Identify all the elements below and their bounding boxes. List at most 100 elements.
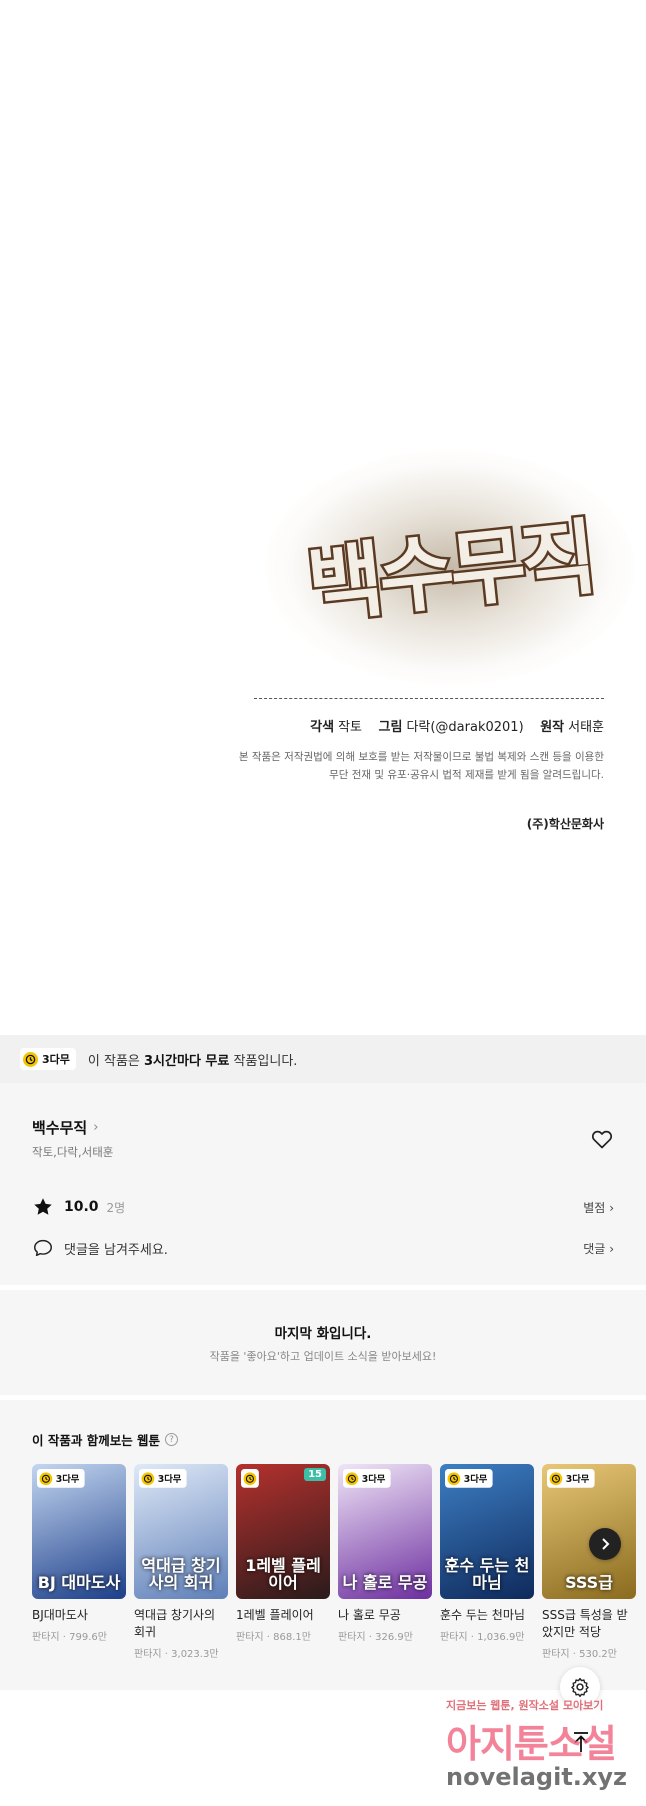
last-episode-title: 마지막 화입니다. xyxy=(274,1326,372,1342)
logo-text: 백수무직 xyxy=(303,510,597,634)
watermark-url: novelagit.xyz xyxy=(446,1763,628,1791)
wait-free-badge: 3다무 xyxy=(445,1469,493,1488)
cover-title: 역대급 창기사의 회귀 xyxy=(141,1556,221,1592)
badge-label: 3다무 xyxy=(565,1473,590,1485)
recommendation-card[interactable]: 3다무 역대급 창기사의 회귀 역대급 창기사의 회귀 판타지 · 3,023.3만 xyxy=(134,1464,228,1660)
carousel-next-button[interactable] xyxy=(589,1528,621,1560)
recommendation-card[interactable]: 3다무 훈수 두는 천마님 훈수 두는 천마님 판타지 · 1,036.9만 xyxy=(440,1464,534,1660)
rating-link-label: 별점 xyxy=(583,1200,606,1215)
clock-icon xyxy=(447,1471,461,1485)
view-count: 530.2만 xyxy=(579,1649,617,1660)
heart-icon[interactable] xyxy=(590,1127,614,1151)
credit-label: 원작 xyxy=(540,720,565,735)
separator: · xyxy=(365,1632,376,1643)
banner-text-prefix: 이 작품은 xyxy=(87,1053,145,1069)
separator: · xyxy=(467,1632,478,1643)
genre: 판타지 xyxy=(542,1649,570,1660)
chevron-right-icon xyxy=(602,1538,610,1550)
wait-free-badge: 3다무 xyxy=(20,1048,76,1070)
genre: 판타지 xyxy=(440,1632,468,1643)
help-icon[interactable]: ? xyxy=(165,1433,179,1446)
recommendations-title-text: 이 작품과 함께보는 웹툰 xyxy=(32,1433,161,1448)
recommendation-thumbnail[interactable]: 3다무훈수 두는 천마님 xyxy=(440,1464,534,1599)
credits: 각색 작토 그림 다락(@darak0201) 원작 서태훈 xyxy=(254,716,604,735)
view-count: 868.1만 xyxy=(273,1632,311,1643)
recommendation-thumbnail[interactable]: 15 1레벨 플레이어 xyxy=(236,1464,330,1599)
comment-placeholder: 댓글을 남겨주세요. xyxy=(64,1242,168,1258)
recommendation-meta: 판타지 · 326.9만 xyxy=(338,1628,432,1643)
last-episode-subtitle: 작품을 '좋아요'하고 업데이트 소식을 받아보세요! xyxy=(209,1350,437,1363)
view-count: 3,023.3만 xyxy=(171,1649,219,1660)
recommendation-card[interactable]: 3다무 BJ 대마도사 BJ대마도사판타지 · 799.6만 xyxy=(32,1464,126,1660)
chevron-right-icon: › xyxy=(609,1200,614,1215)
recommendation-name[interactable]: BJ대마도사 xyxy=(32,1607,126,1624)
genre: 판타지 xyxy=(32,1632,60,1643)
recommendation-name[interactable]: 훈수 두는 천마님 xyxy=(440,1607,534,1624)
credit-value: 다락(@darak0201) xyxy=(406,720,524,735)
banner-text-bold: 3시간마다 무료 xyxy=(144,1053,230,1069)
recommendation-thumbnail[interactable]: 3다무나 홀로 무공 xyxy=(338,1464,432,1599)
free-banner: 3다무 이 작품은 3시간마다 무료 작품입니다. xyxy=(0,1035,646,1083)
work-info-card: 백수무직 › 작토,다락,서태훈 10.0 2명 별점 › 댓글을 남겨주세요.… xyxy=(0,1083,646,1285)
wait-free-badge: 3다무 xyxy=(37,1469,85,1488)
chevron-right-icon: › xyxy=(93,1120,99,1135)
recommendation-meta: 판타지 · 868.1만 xyxy=(236,1628,330,1643)
recommendation-meta: 판타지 · 3,023.3만 xyxy=(134,1645,228,1660)
notice-line: 무단 전재 및 유포·공유시 법적 제재를 받게 됨을 알려드립니다. xyxy=(329,769,604,781)
work-title-link[interactable]: 백수무직 › xyxy=(32,1117,98,1138)
rating-row: 10.0 2명 별점 › xyxy=(32,1195,614,1219)
recommendation-card[interactable]: 15 1레벨 플레이어 1레벨 플레이어 판타지 · 868.1만 xyxy=(236,1464,330,1660)
clock-icon xyxy=(23,1051,38,1067)
recommendation-thumbnail[interactable]: 3다무 SSS급 xyxy=(542,1464,636,1599)
comment-link[interactable]: 댓글 › xyxy=(583,1240,614,1257)
separator: · xyxy=(59,1632,70,1643)
badge-label: 3다무 xyxy=(463,1473,488,1485)
recommendation-card[interactable]: 3다무 나 홀로 무공 나 홀로 무공 판타지 · 326.9만 xyxy=(338,1464,432,1660)
genre: 판타지 xyxy=(134,1649,162,1660)
recommendation-thumbnail[interactable]: 3다무역대급 창기사의 회귀 xyxy=(134,1464,228,1599)
badge-label: 3다무 xyxy=(361,1473,386,1485)
view-count: 799.6만 xyxy=(69,1632,107,1643)
comment-link-label: 댓글 xyxy=(583,1241,606,1256)
recommendation-name[interactable]: 역대급 창기사의 회귀 xyxy=(134,1607,228,1641)
cover-title: 나 홀로 무공 xyxy=(342,1573,428,1592)
wait-free-badge xyxy=(241,1469,259,1488)
view-count: 1,036.9만 xyxy=(477,1632,525,1643)
genre: 판타지 xyxy=(338,1632,366,1643)
credit-label: 그림 xyxy=(378,720,403,735)
cover-title: SSS급 xyxy=(565,1573,613,1592)
recommendation-list: 3다무 BJ 대마도사 BJ대마도사판타지 · 799.6만 3다무역대급 창기사의 … xyxy=(32,1464,636,1660)
recommendation-meta: 판타지 · 799.6만 xyxy=(32,1628,126,1643)
recommendation-thumbnail[interactable]: 3다무 BJ 대마도사 xyxy=(32,1464,126,1599)
wait-free-badge: 3다무 xyxy=(547,1469,595,1488)
cover-title: 1레벨 플레이어 xyxy=(245,1556,321,1592)
work-authors: 작토,다락,서태훈 xyxy=(32,1145,114,1159)
clock-icon xyxy=(39,1471,53,1485)
divider xyxy=(254,698,604,699)
wait-free-badge: 3다무 xyxy=(139,1469,187,1488)
badge-label: 3다무 xyxy=(42,1053,70,1066)
rating-score: 10.0 xyxy=(64,1199,99,1215)
last-episode-notice: 마지막 화입니다. 작품을 '좋아요'하고 업데이트 소식을 받아보세요! xyxy=(0,1290,646,1395)
recommendations-section: 이 작품과 함께보는 웹툰 ? 3다무 BJ 대마도사 BJ대마도사판타지 · 79… xyxy=(0,1400,646,1690)
badge-label: 3다무 xyxy=(55,1473,80,1485)
view-count: 326.9만 xyxy=(375,1632,413,1643)
rating-link[interactable]: 별점 › xyxy=(583,1199,614,1216)
notice-line: 본 작품은 저작권법에 의해 보호를 받는 저작물이므로 불법 복제와 스캔 등… xyxy=(238,751,604,763)
recommendation-name[interactable]: SSS급 특성을 받았지만 적당 xyxy=(542,1607,636,1641)
recommendation-card[interactable]: 3다무 SSS급 SSS급 특성을 받았지만 적당 판타지 · 530.2만 xyxy=(542,1464,636,1660)
clock-icon xyxy=(141,1471,155,1485)
separator: · xyxy=(263,1632,274,1643)
speech-bubble-icon xyxy=(34,1239,52,1257)
clock-icon xyxy=(549,1471,563,1485)
credit-value: 작토 xyxy=(338,720,362,735)
credit-value: 서태훈 xyxy=(568,720,604,735)
star-icon xyxy=(34,1198,52,1215)
recommendation-name[interactable]: 1레벨 플레이어 xyxy=(236,1607,330,1624)
recommendation-name[interactable]: 나 홀로 무공 xyxy=(338,1607,432,1624)
work-title: 백수무직 xyxy=(32,1119,88,1137)
cover-title: 훈수 두는 천마님 xyxy=(444,1556,530,1592)
genre: 판타지 xyxy=(236,1632,264,1643)
comic-last-panel: 백수무직 각색 작토 그림 다락(@darak0201) 원작 서태훈 본 작품은 저… xyxy=(0,0,646,1035)
comment-row[interactable]: 댓글을 남겨주세요. 댓글 › xyxy=(32,1236,614,1260)
